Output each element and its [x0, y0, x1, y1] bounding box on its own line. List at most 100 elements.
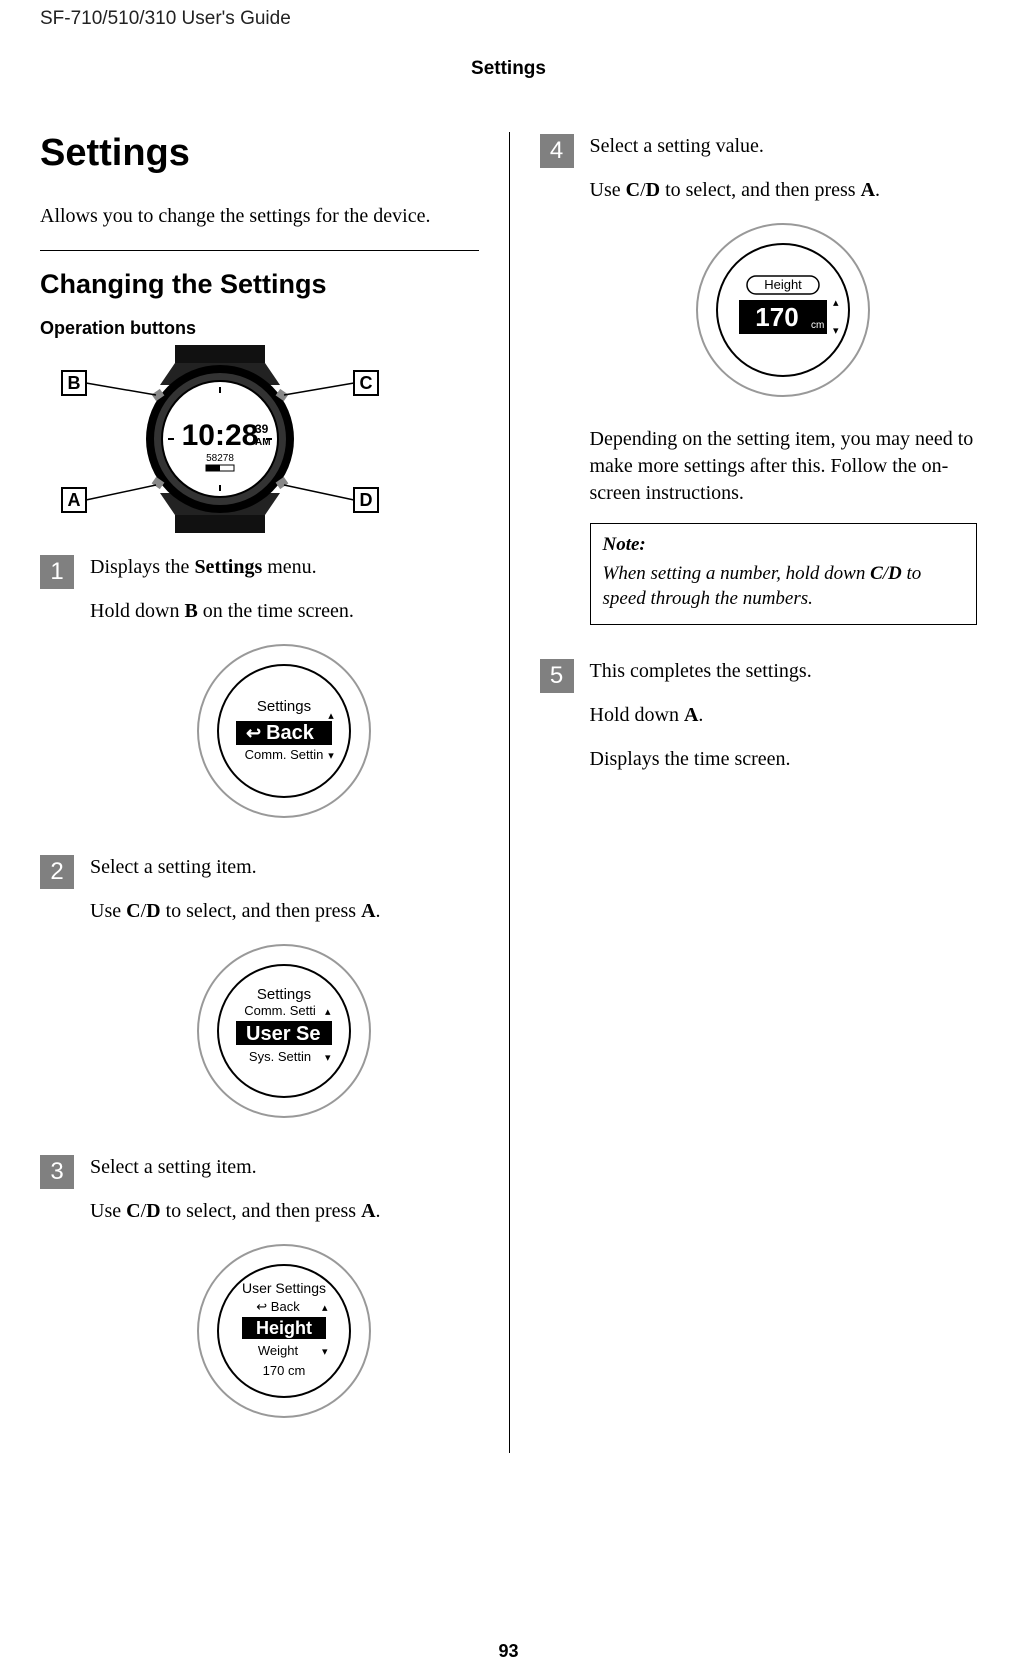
divider	[40, 250, 479, 251]
text: Displays the	[90, 556, 194, 578]
watch-diagram: 10:28 39 AM 58278	[40, 345, 400, 533]
text-bold: C	[126, 1200, 140, 1222]
svg-text:170 cm: 170 cm	[263, 1363, 306, 1378]
svg-text:▴: ▴	[325, 1006, 331, 1018]
watch-screen-3: User Settings ↩ Back ▴ Height Weight ▾ 1…	[194, 1241, 374, 1421]
text: .	[376, 1200, 381, 1222]
step-number: 5	[540, 659, 574, 693]
after-text: Depending on the setting item, you may n…	[590, 426, 978, 507]
watch-sub: 58278	[206, 453, 234, 464]
text: on the time screen.	[198, 600, 354, 622]
svg-text:▴: ▴	[328, 710, 334, 722]
text: Select a setting item.	[90, 853, 479, 881]
page: SF-710/510/310 User's Guide Settings Set…	[0, 0, 1017, 1676]
note-box: Note: When setting a number, hold down C…	[590, 523, 978, 625]
svg-text:Comm. Settin: Comm. Settin	[245, 747, 324, 762]
text-bold: B	[184, 600, 197, 622]
text: menu.	[262, 556, 316, 578]
step-body: This completes the settings. Hold down A…	[590, 657, 978, 789]
note-text: When setting a number, hold down C/D to …	[603, 561, 965, 612]
watch-ampm: AM	[255, 437, 271, 448]
text-bold: C	[626, 179, 640, 201]
text: to select, and then press	[161, 900, 362, 922]
svg-text:▴: ▴	[833, 297, 839, 309]
svg-text:▾: ▾	[833, 325, 839, 337]
svg-text:User Settings: User Settings	[242, 1280, 326, 1296]
svg-text:▾: ▾	[325, 1052, 331, 1064]
text: Hold down	[90, 600, 184, 622]
svg-text:↩ Back: ↩ Back	[246, 722, 315, 744]
svg-text:Comm. Setti: Comm. Setti	[244, 1003, 316, 1018]
svg-text:↩ Back: ↩ Back	[257, 1299, 301, 1314]
step-number: 4	[540, 134, 574, 168]
intro-text: Allows you to change the settings for th…	[40, 203, 479, 230]
step-4: 4 Select a setting value. Use C/D to sel…	[540, 132, 978, 651]
text-bold: A	[361, 1200, 375, 1222]
step-body: Select a setting value. Use C/D to selec…	[590, 132, 978, 651]
page-number: 93	[0, 1641, 1017, 1662]
text: Use	[90, 900, 126, 922]
svg-text:cm: cm	[811, 320, 824, 331]
content-columns: Settings Allows you to change the settin…	[40, 132, 977, 1453]
text: Use	[590, 179, 626, 201]
svg-text:Weight: Weight	[258, 1343, 299, 1358]
step-3: 3 Select a setting item. Use C/D to sele…	[40, 1153, 479, 1447]
subtitle: Changing the Settings	[40, 269, 479, 300]
step-1: 1 Displays the Settings menu. Hold down …	[40, 553, 479, 847]
svg-text:Settings: Settings	[257, 698, 311, 715]
watch-screen-4: Height 170 cm ▴ ▾	[693, 220, 873, 400]
text: Hold down	[590, 704, 684, 726]
text-bold: Settings	[194, 556, 262, 578]
svg-text:170: 170	[756, 302, 799, 332]
text-bold: D	[146, 900, 160, 922]
note-title: Note:	[603, 532, 965, 559]
header-product: SF-710/510/310 User's Guide	[40, 0, 977, 30]
column-right: 4 Select a setting value. Use C/D to sel…	[509, 132, 978, 1453]
step-5: 5 This completes the settings. Hold down…	[540, 657, 978, 789]
watch-time: 10:28	[182, 419, 259, 452]
svg-text:User Se: User Se	[246, 1023, 321, 1045]
header-section: Settings	[40, 58, 977, 80]
text: to select, and then press	[660, 179, 861, 201]
button-label-b: B	[68, 373, 81, 393]
page-title: Settings	[40, 132, 479, 175]
button-label-d: D	[360, 490, 373, 510]
text-bold: D	[146, 1200, 160, 1222]
text: Select a setting item.	[90, 1153, 479, 1181]
watch-screen-2: Settings Comm. Setti ▴ User Se Sys. Sett…	[194, 941, 374, 1121]
text-bold: A	[684, 704, 698, 726]
watch-screen-1: Settings ▴ ↩ Back Comm. Settin ▾	[194, 641, 374, 821]
button-label-c: C	[360, 373, 373, 393]
text-bold: C	[126, 900, 140, 922]
text: to select, and then press	[161, 1200, 362, 1222]
watch-seconds: 39	[255, 422, 269, 436]
operation-buttons-label: Operation buttons	[40, 318, 479, 339]
text: Select a setting value.	[590, 132, 978, 160]
text-bold: A	[361, 900, 375, 922]
text-bold: D	[646, 179, 660, 201]
text-bold: A	[861, 179, 875, 201]
watch-illustration-svg: 10:28 39 AM 58278	[40, 345, 400, 533]
svg-text:Settings: Settings	[257, 986, 311, 1003]
step-2: 2 Select a setting item. Use C/D to sele…	[40, 853, 479, 1147]
svg-text:▾: ▾	[322, 1346, 328, 1358]
step-number: 2	[40, 855, 74, 889]
svg-text:Sys. Settin: Sys. Settin	[249, 1049, 311, 1064]
step-number: 3	[40, 1155, 74, 1189]
text: This completes the settings.	[590, 657, 978, 685]
text: Displays the time screen.	[590, 745, 978, 773]
step-body: Select a setting item. Use C/D to select…	[90, 1153, 479, 1447]
text: .	[875, 179, 880, 201]
svg-text:Height: Height	[256, 1318, 312, 1338]
svg-text:▴: ▴	[322, 1302, 328, 1314]
text: .	[376, 900, 381, 922]
step-number: 1	[40, 555, 74, 589]
step-body: Displays the Settings menu. Hold down B …	[90, 553, 479, 847]
column-left: Settings Allows you to change the settin…	[40, 132, 509, 1453]
text: Use	[90, 1200, 126, 1222]
step-body: Select a setting item. Use C/D to select…	[90, 853, 479, 1147]
button-label-a: A	[68, 490, 81, 510]
text: .	[698, 704, 703, 726]
svg-text:Height: Height	[764, 277, 802, 292]
svg-text:▾: ▾	[328, 750, 334, 762]
